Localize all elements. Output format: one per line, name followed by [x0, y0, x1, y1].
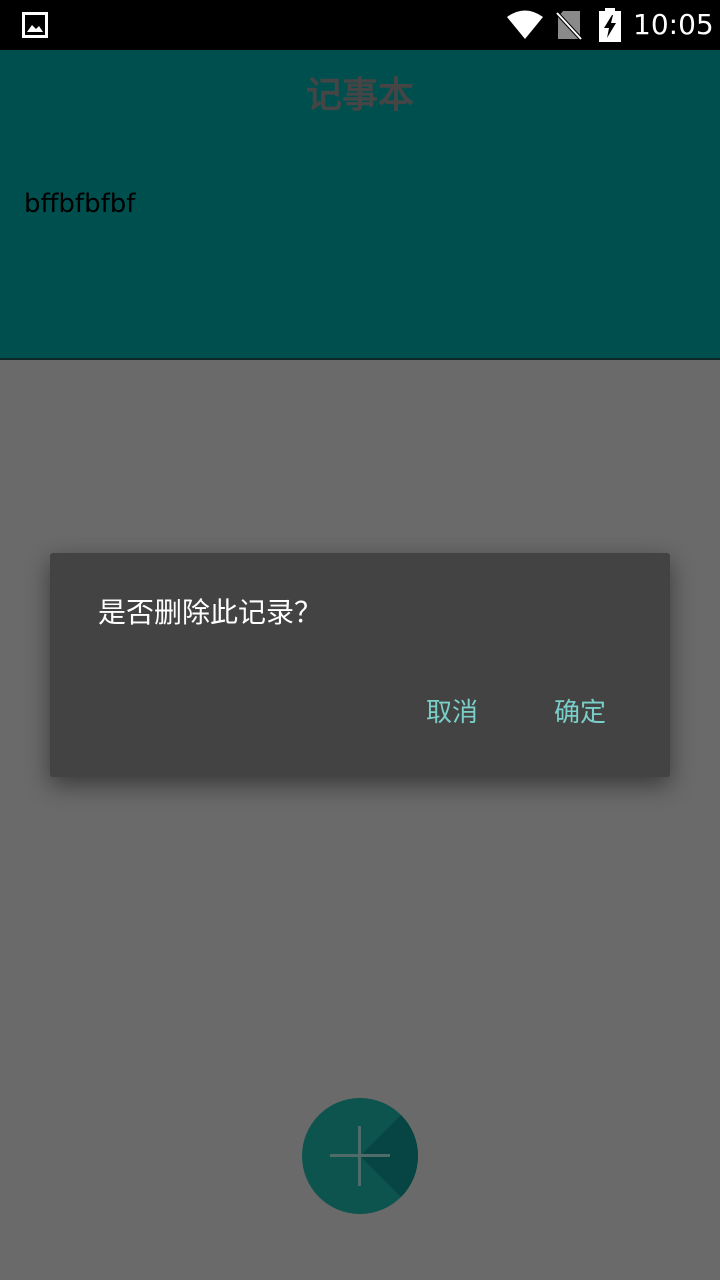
gallery-icon [22, 12, 48, 38]
cancel-button[interactable]: 取消 [420, 693, 484, 733]
confirm-button[interactable]: 确定 [548, 693, 612, 733]
battery-charging-icon [599, 8, 621, 42]
screen: 记事本 bffbfbfbf 10 [0, 0, 720, 1280]
wifi-icon [507, 10, 543, 39]
status-time: 10:05 [633, 8, 714, 41]
status-bar: 10:05 [0, 0, 720, 50]
no-sim-icon [556, 11, 582, 40]
dialog-message: 是否删除此记录？ [98, 596, 323, 629]
delete-confirm-dialog: 是否删除此记录？ 取消 确定 [50, 553, 670, 777]
